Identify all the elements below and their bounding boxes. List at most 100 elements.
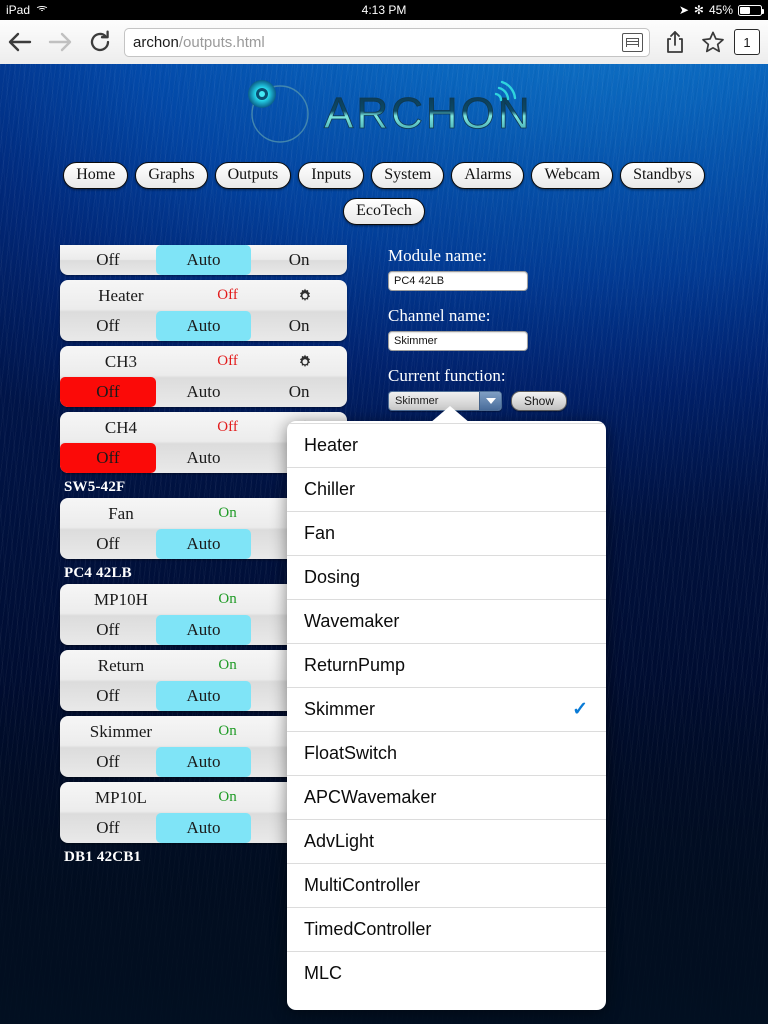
channel-name-label: Channel name: [388, 306, 491, 325]
forward-arrow-icon[interactable] [40, 20, 80, 64]
output-mode-auto[interactable]: Auto [155, 615, 252, 645]
function-option[interactable]: Dosing [287, 555, 606, 599]
nav-item-outputs[interactable]: Outputs [214, 162, 292, 189]
output-mode-auto[interactable]: Auto [155, 681, 252, 711]
bluetooth-icon: ✻ [693, 3, 704, 17]
gear-icon[interactable] [273, 354, 337, 370]
function-option[interactable]: MLC [287, 951, 606, 995]
output-state: On [218, 591, 237, 607]
reload-icon[interactable] [80, 20, 120, 64]
function-option[interactable]: Heater [287, 423, 606, 467]
output-card: CH3 Off Off Auto On [60, 346, 347, 407]
nav-item-webcam[interactable]: Webcam [531, 162, 614, 189]
location-arrow-icon: ➤ [678, 3, 689, 17]
output-mode-auto[interactable]: Auto [155, 747, 252, 777]
nav-item-inputs[interactable]: Inputs [298, 162, 365, 189]
output-mode-off[interactable]: Off [60, 245, 156, 275]
function-option-label: AdvLight [304, 831, 375, 851]
output-state: On [218, 657, 237, 673]
output-mode-auto[interactable]: Auto [155, 529, 252, 559]
output-card: Heater Off Off Auto On [60, 280, 347, 341]
function-option-label: Fan [304, 523, 336, 543]
output-mode-on[interactable]: On [251, 377, 347, 407]
output-card: Off Auto On [60, 245, 347, 275]
output-mode-auto[interactable]: Auto [156, 377, 252, 407]
svg-text:ARCHON: ARCHON [324, 89, 533, 138]
primary-nav: Home Graphs Outputs Inputs System Alarms Webca… [0, 162, 768, 189]
show-button[interactable]: Show [511, 391, 568, 411]
safari-toolbar: archon /outputs.html 1 [0, 20, 768, 64]
output-mode-segments: OffAutoOn [60, 377, 347, 407]
popover-arrow [430, 406, 470, 423]
function-option[interactable]: AdvLight [287, 819, 606, 863]
function-option[interactable]: Fan [287, 511, 606, 555]
ios-status-bar: iPad 4:13 PM ➤ ✻ 45% [0, 0, 768, 20]
module-name-input[interactable]: PC4 42LB [388, 271, 528, 291]
output-mode-off[interactable]: Off [60, 747, 156, 777]
status-clock: 4:13 PM [361, 3, 407, 17]
output-state: On [218, 789, 237, 805]
back-arrow-icon[interactable] [0, 20, 40, 64]
output-card-header: Heater Off [60, 280, 347, 311]
output-mode-off[interactable]: Off [60, 529, 156, 559]
nav-item-system[interactable]: System [371, 162, 445, 189]
function-option-label: Heater [304, 435, 359, 455]
output-mode-auto[interactable]: Auto [156, 443, 252, 473]
nav-item-alarms[interactable]: Alarms [451, 162, 525, 189]
url-path: /outputs.html [178, 33, 265, 51]
output-state: Off [217, 419, 238, 435]
function-option[interactable]: ReturnPump [287, 643, 606, 687]
output-name: Return [97, 655, 145, 675]
output-mode-auto[interactable]: Auto [155, 311, 252, 341]
output-state: Off [217, 287, 238, 303]
ipad-screen: iPad 4:13 PM ➤ ✻ 45% archon /outputs.htm… [0, 0, 768, 1024]
function-option[interactable]: MultiController [287, 863, 606, 907]
function-option[interactable]: Chiller [287, 467, 606, 511]
battery-icon [738, 4, 764, 16]
function-option[interactable]: FloatSwitch [287, 731, 606, 775]
share-icon[interactable] [656, 20, 694, 64]
star-icon[interactable] [694, 20, 732, 64]
function-option[interactable]: APCWavemaker [287, 775, 606, 819]
function-option-label: Chiller [304, 479, 356, 499]
url-field[interactable]: archon /outputs.html [124, 27, 650, 57]
nav-item-graphs[interactable]: Graphs [135, 162, 208, 189]
function-option-label: APCWavemaker [304, 787, 437, 807]
function-option[interactable]: TimedController [287, 907, 606, 951]
output-mode-auto[interactable]: Auto [155, 245, 252, 275]
secondary-nav: EcoTech [0, 198, 768, 225]
site-logo: ARCHON [0, 64, 768, 160]
gear-icon[interactable] [273, 288, 337, 304]
output-mode-off[interactable]: Off [60, 813, 156, 843]
function-options-list: Heater Chiller Fan Dosing Wavemaker ReturnPum… [287, 421, 606, 995]
nav-item-home[interactable]: Home [63, 162, 129, 189]
output-state: On [218, 723, 237, 739]
output-name: CH3 [104, 351, 137, 371]
status-right: ➤ ✻ 45% [678, 3, 764, 17]
output-mode-off[interactable]: Off [60, 311, 156, 341]
output-mode-off[interactable]: Off [60, 443, 156, 473]
output-mode-segments: OffAutoOn [60, 245, 347, 275]
output-mode-auto[interactable]: Auto [155, 813, 252, 843]
tab-count-button[interactable]: 1 [734, 29, 760, 55]
output-card-header: CH3 Off [60, 346, 347, 377]
checkmark-icon: ✓ [572, 699, 588, 720]
function-option-label: ReturnPump [304, 655, 406, 675]
current-function-label: Current function: [388, 366, 506, 385]
output-name: Fan [108, 503, 134, 523]
channel-name-input[interactable]: Skimmer [388, 331, 528, 351]
function-option[interactable]: Wavemaker [287, 599, 606, 643]
nav-item-ecotech[interactable]: EcoTech [343, 198, 425, 225]
output-mode-off[interactable]: Off [60, 681, 156, 711]
output-mode-off[interactable]: Off [60, 615, 156, 645]
output-mode-on[interactable]: On [251, 311, 347, 341]
output-name: Heater [98, 285, 144, 305]
function-option-label: Dosing [304, 567, 361, 587]
chevron-down-icon[interactable] [479, 392, 501, 410]
output-mode-off[interactable]: Off [60, 377, 156, 407]
output-mode-on[interactable]: On [251, 245, 347, 275]
function-option[interactable]: Skimmer ✓ [287, 687, 606, 731]
reader-view-icon[interactable] [622, 32, 643, 52]
function-option-label: TimedController [304, 919, 432, 939]
nav-item-standbys[interactable]: Standbys [620, 162, 705, 189]
